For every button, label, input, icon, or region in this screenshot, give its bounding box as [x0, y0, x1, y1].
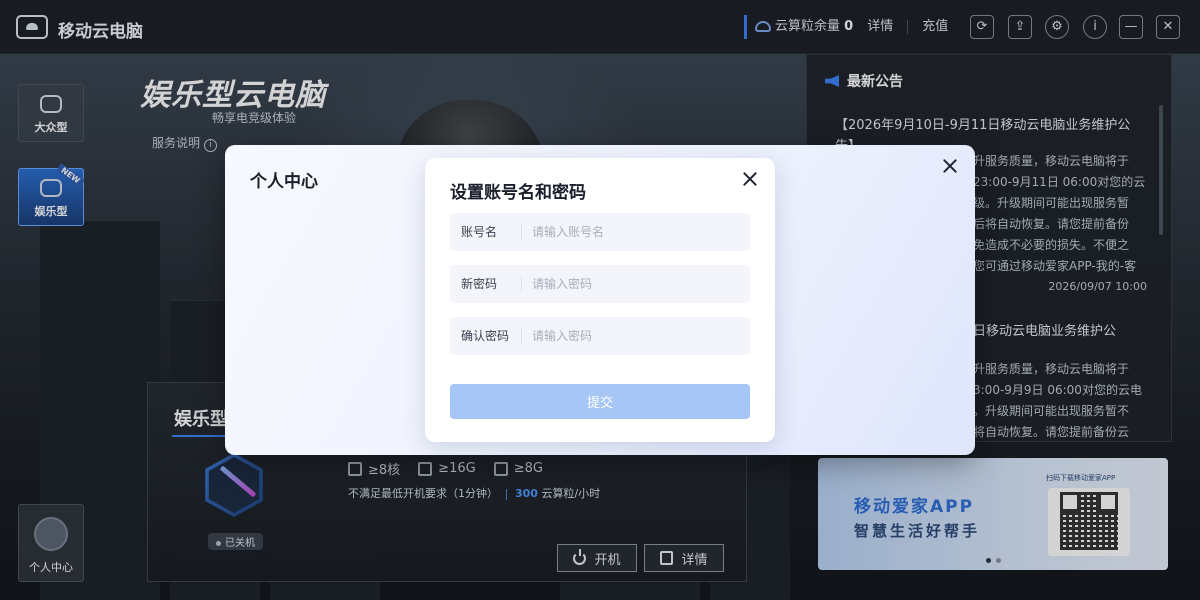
new-password-label: 新密码 — [450, 276, 522, 292]
personal-center-title: 个人中心 — [250, 172, 318, 192]
close-dialog-button[interactable] — [742, 171, 758, 187]
confirm-password-input[interactable] — [522, 329, 750, 343]
set-account-dialog: 设置账号名和密码 账号名 新密码 确认密码 提交 — [425, 158, 775, 442]
confirm-password-field: 确认密码 — [450, 317, 750, 355]
new-password-field: 新密码 — [450, 265, 750, 303]
dialog-title: 设置账号名和密码 — [450, 183, 586, 203]
submit-button[interactable]: 提交 — [450, 384, 750, 419]
account-name-input[interactable] — [522, 225, 750, 239]
confirm-password-label: 确认密码 — [450, 328, 522, 344]
new-password-input[interactable] — [522, 277, 750, 291]
account-name-field: 账号名 — [450, 213, 750, 251]
account-name-label: 账号名 — [450, 224, 522, 240]
close-personal-center-button[interactable] — [942, 158, 958, 174]
